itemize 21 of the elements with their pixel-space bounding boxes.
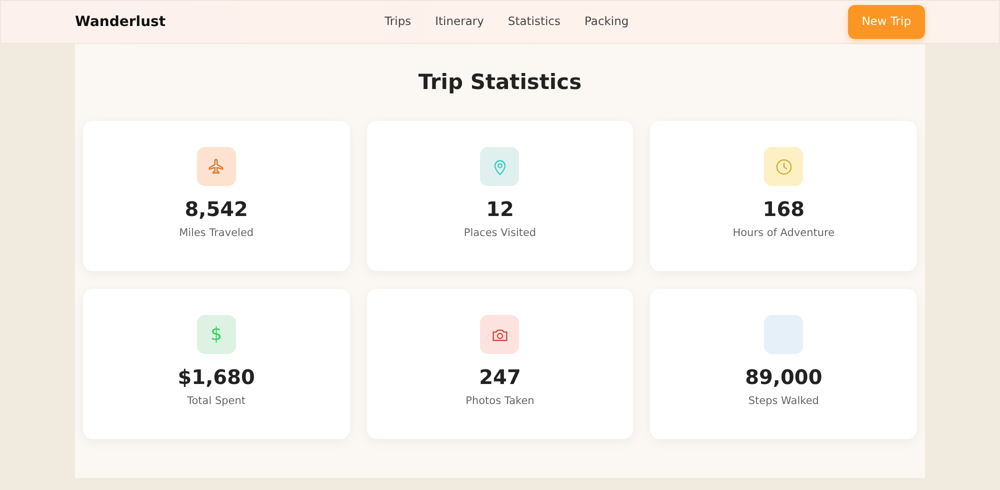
nav-link[interactable]: Trips xyxy=(384,13,412,31)
nav-link[interactable]: Statistics xyxy=(508,13,560,31)
plane-icon xyxy=(206,156,226,177)
stat-value: 8,542 xyxy=(184,198,248,220)
stat-label: Miles Traveled xyxy=(179,226,254,242)
stat-value: $1,680 xyxy=(178,366,255,388)
stat-label: Places Visited xyxy=(464,226,536,242)
stat-label: Steps Walked xyxy=(748,394,819,410)
nav-link[interactable]: Packing xyxy=(584,13,629,31)
stat-value: 89,000 xyxy=(745,366,822,388)
brand-logo[interactable]: Wanderlust xyxy=(75,12,166,32)
stat-value: 168 xyxy=(762,198,805,220)
stat-value: 247 xyxy=(479,366,521,388)
nav-link[interactable]: Itinerary xyxy=(435,13,484,31)
stat-label: Total Spent xyxy=(187,394,246,410)
clock-icon xyxy=(774,156,794,177)
stat-label: Photos Taken xyxy=(466,394,534,410)
stat-label: Hours of Adventure xyxy=(732,226,835,242)
stat-value: 12 xyxy=(486,198,514,220)
dollar-icon: $ xyxy=(196,315,236,354)
page-title: Trip Statistics xyxy=(417,70,583,96)
